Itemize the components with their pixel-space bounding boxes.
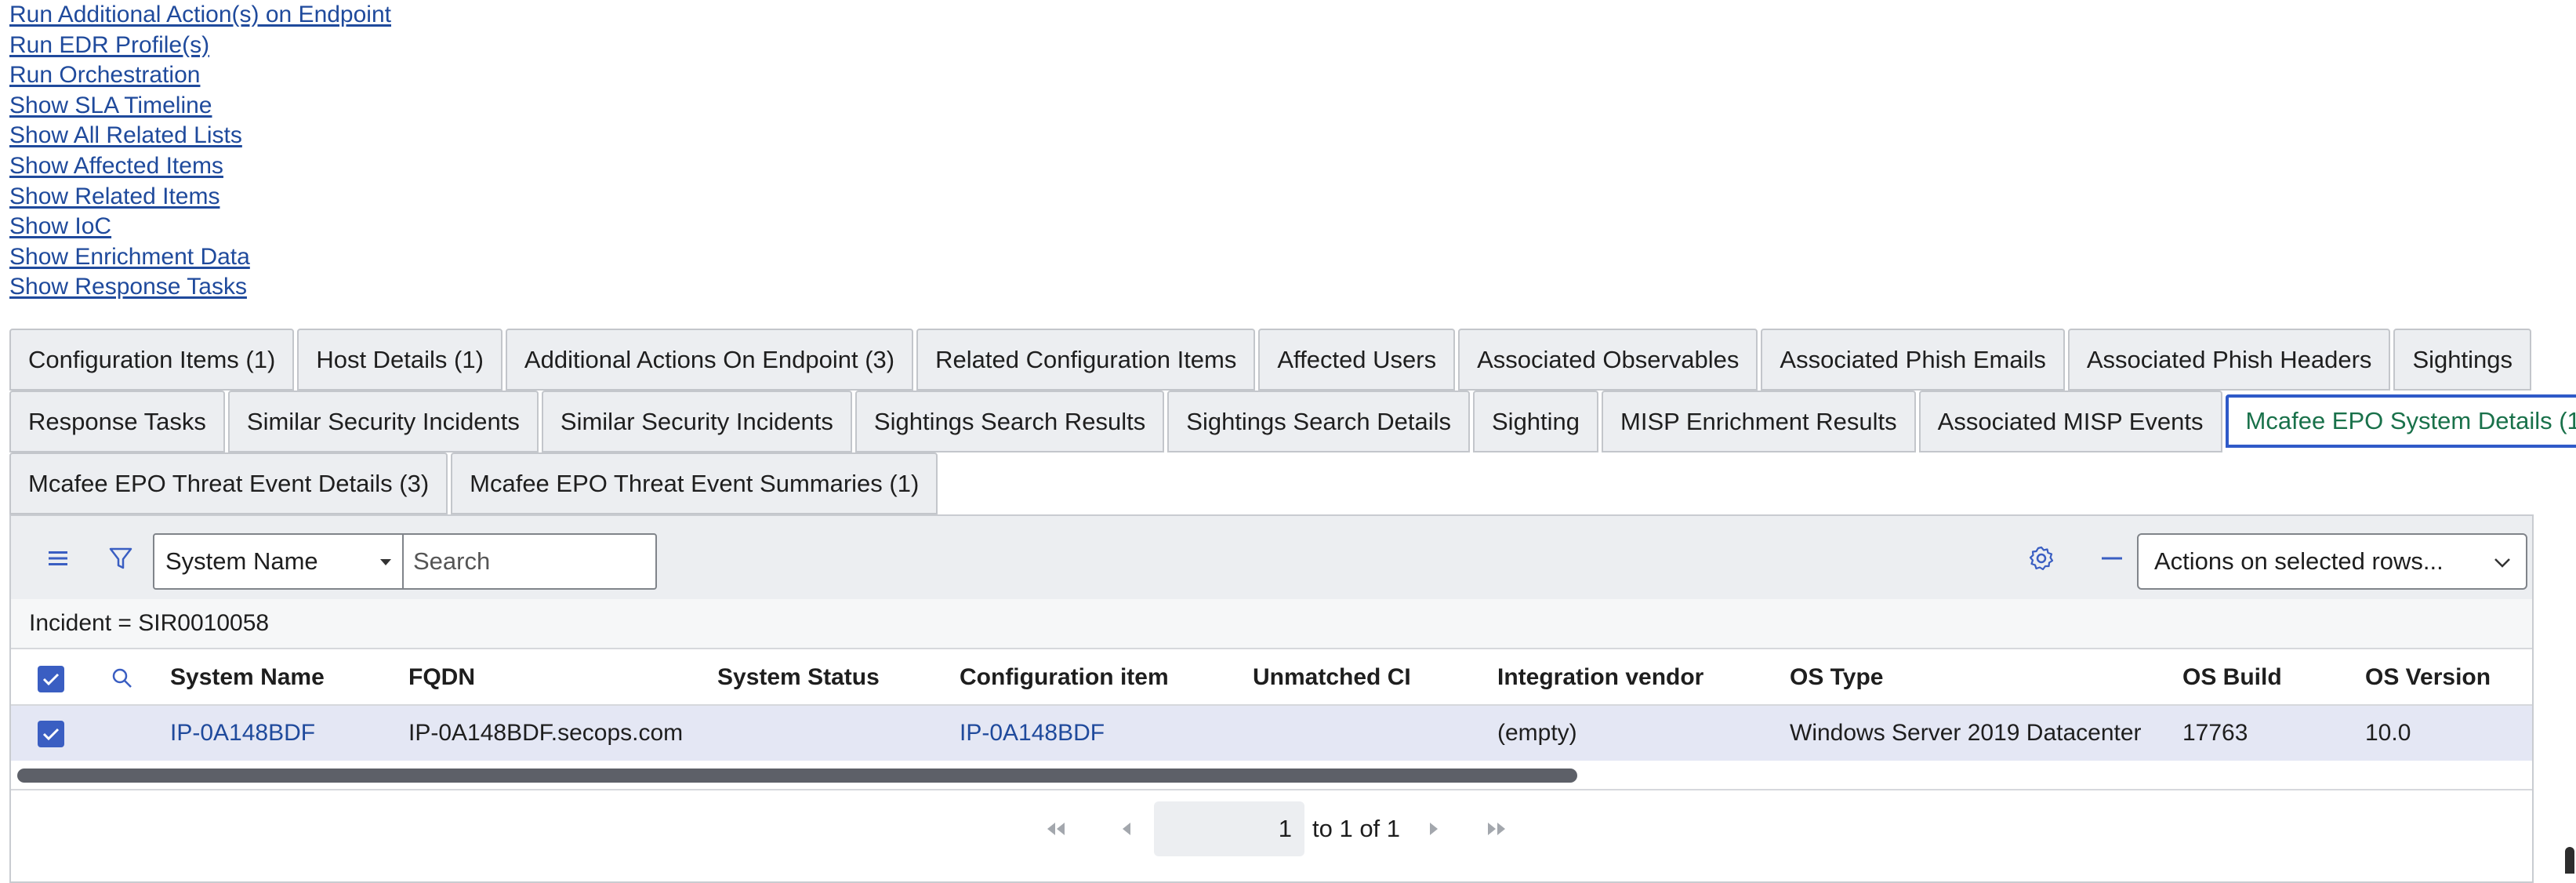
row-checkbox[interactable] xyxy=(38,721,64,747)
tab-row-2: Response Tasks Similar Security Incident… xyxy=(9,391,2576,452)
link-show-affected-items[interactable]: Show Affected Items xyxy=(9,151,391,182)
cell-os-build: 17763 xyxy=(2182,720,2248,746)
cell-integration-vendor: (empty) xyxy=(1497,720,1577,746)
tab-mcafee-epo-threat-event-summaries[interactable]: Mcafee EPO Threat Event Summaries (1) xyxy=(451,452,938,514)
tab-affected-users[interactable]: Affected Users xyxy=(1258,329,1456,391)
link-show-enrichment-data[interactable]: Show Enrichment Data xyxy=(9,242,391,273)
gear-icon[interactable] xyxy=(2026,543,2057,574)
tab-related-configuration-items[interactable]: Related Configuration Items xyxy=(916,329,1256,391)
cell-system-name: IP-0A148BDF xyxy=(170,706,315,761)
tab-response-tasks[interactable]: Response Tasks xyxy=(9,391,225,452)
horizontal-scrollbar[interactable] xyxy=(11,761,2532,790)
column-header-unmatched-ci[interactable]: Unmatched CI xyxy=(1253,651,1411,704)
cell-os-version: 10.0 xyxy=(2365,720,2411,746)
system-name-link[interactable]: IP-0A148BDF xyxy=(170,720,315,747)
tab-sightings[interactable]: Sightings xyxy=(2393,329,2531,391)
column-header-os-version[interactable]: OS Version xyxy=(2365,651,2491,704)
tab-misp-enrichment-results[interactable]: MISP Enrichment Results xyxy=(1602,391,1916,452)
tab-associated-phish-emails[interactable]: Associated Phish Emails xyxy=(1761,329,2065,391)
search-field-select[interactable]: System Name xyxy=(153,533,404,590)
tab-sighting[interactable]: Sighting xyxy=(1473,391,1599,452)
table-row[interactable]: IP-0A148BDF IP-0A148BDF.secops.com IP-0A… xyxy=(11,706,2532,761)
tab-sightings-search-results[interactable]: Sightings Search Results xyxy=(854,391,1165,452)
link-run-edr-profiles[interactable]: Run EDR Profile(s) xyxy=(9,31,391,61)
column-header-os-build[interactable]: OS Build xyxy=(2182,651,2282,704)
related-list-panel: System Name Search Actions on selected r… xyxy=(9,514,2534,883)
actions-select-label: Actions on selected rows... xyxy=(2154,547,2444,575)
tab-associated-observables[interactable]: Associated Observables xyxy=(1458,329,1758,391)
link-run-orchestration[interactable]: Run Orchestration xyxy=(9,60,391,91)
search-input[interactable]: Search xyxy=(402,533,657,590)
link-show-related-items[interactable]: Show Related Items xyxy=(9,182,391,213)
tab-associated-misp-events[interactable]: Associated MISP Events xyxy=(1918,391,2222,452)
tab-configuration-items[interactable]: Configuration Items (1) xyxy=(9,329,295,391)
previous-page-icon[interactable] xyxy=(1113,816,1140,842)
link-show-all-related-lists[interactable]: Show All Related Lists xyxy=(9,121,391,151)
filter-breadcrumb-text[interactable]: Incident = SIR0010058 xyxy=(29,610,269,637)
tab-similar-security-incidents-2[interactable]: Similar Security Incidents xyxy=(541,391,852,452)
cell-configuration-item: IP-0A148BDF xyxy=(960,706,1105,761)
chevron-down-icon xyxy=(2493,554,2512,572)
next-page-icon[interactable] xyxy=(1420,816,1447,842)
list-toolbar: System Name Search Actions on selected r… xyxy=(11,516,2532,599)
search-icon[interactable] xyxy=(108,664,136,692)
filter-icon[interactable] xyxy=(105,543,136,574)
tab-host-details[interactable]: Host Details (1) xyxy=(297,329,503,391)
tab-associated-phish-headers[interactable]: Associated Phish Headers xyxy=(2067,329,2391,391)
column-header-integration-vendor[interactable]: Integration vendor xyxy=(1497,651,1703,704)
page-number-input[interactable]: 1 xyxy=(1154,801,1304,856)
column-header-fqdn[interactable]: FQDN xyxy=(408,651,475,704)
link-run-additional-actions[interactable]: Run Additional Action(s) on Endpoint xyxy=(9,0,391,31)
cell-fqdn: IP-0A148BDF.secops.com xyxy=(408,720,684,746)
column-header-os-type[interactable]: OS Type xyxy=(1790,651,1883,704)
tab-sightings-search-details[interactable]: Sightings Search Details xyxy=(1167,391,1470,452)
cell-os-type: Windows Server 2019 Datacenter xyxy=(1790,720,2142,746)
column-header-system-status[interactable]: System Status xyxy=(717,651,880,704)
column-header-configuration-item[interactable]: Configuration item xyxy=(960,651,1169,704)
actions-on-selected-rows-select[interactable]: Actions on selected rows... xyxy=(2137,533,2527,590)
pagination: 1 to 1 of 1 xyxy=(11,792,2532,878)
select-all-checkbox[interactable] xyxy=(38,666,64,692)
window-scrollbar[interactable] xyxy=(2565,847,2574,874)
link-show-response-tasks[interactable]: Show Response Tasks xyxy=(9,272,391,303)
tab-additional-actions-on-endpoint[interactable]: Additional Actions On Endpoint (3) xyxy=(505,329,914,391)
page-range-text: to 1 of 1 xyxy=(1312,815,1401,842)
link-show-sla-timeline[interactable]: Show SLA Timeline xyxy=(9,91,391,122)
collapse-icon[interactable] xyxy=(2096,543,2128,574)
chevron-down-icon xyxy=(380,559,391,565)
context-menu-icon[interactable] xyxy=(44,544,72,572)
link-show-ioc[interactable]: Show IoC xyxy=(9,212,391,242)
scrollbar-thumb[interactable] xyxy=(17,769,1577,783)
first-page-icon[interactable] xyxy=(1043,816,1069,842)
related-links: Run Additional Action(s) on Endpoint Run… xyxy=(9,0,391,303)
tab-similar-security-incidents-1[interactable]: Similar Security Incidents xyxy=(227,391,539,452)
tab-row-3: Mcafee EPO Threat Event Details (3) Mcaf… xyxy=(9,452,941,514)
table-header: System Name FQDN System Status Configura… xyxy=(11,651,2532,706)
tab-row-1: Configuration Items (1) Host Details (1)… xyxy=(9,329,2534,391)
last-page-icon[interactable] xyxy=(1483,816,1510,842)
search-field-value: System Name xyxy=(165,547,318,575)
tab-mcafee-epo-threat-event-details[interactable]: Mcafee EPO Threat Event Details (3) xyxy=(9,452,448,514)
tab-mcafee-epo-system-details[interactable]: Mcafee EPO System Details (1) xyxy=(2225,394,2576,448)
column-header-system-name[interactable]: System Name xyxy=(170,651,325,704)
filter-breadcrumb: Incident = SIR0010058 xyxy=(11,599,2532,649)
configuration-item-link[interactable]: IP-0A148BDF xyxy=(960,720,1105,747)
